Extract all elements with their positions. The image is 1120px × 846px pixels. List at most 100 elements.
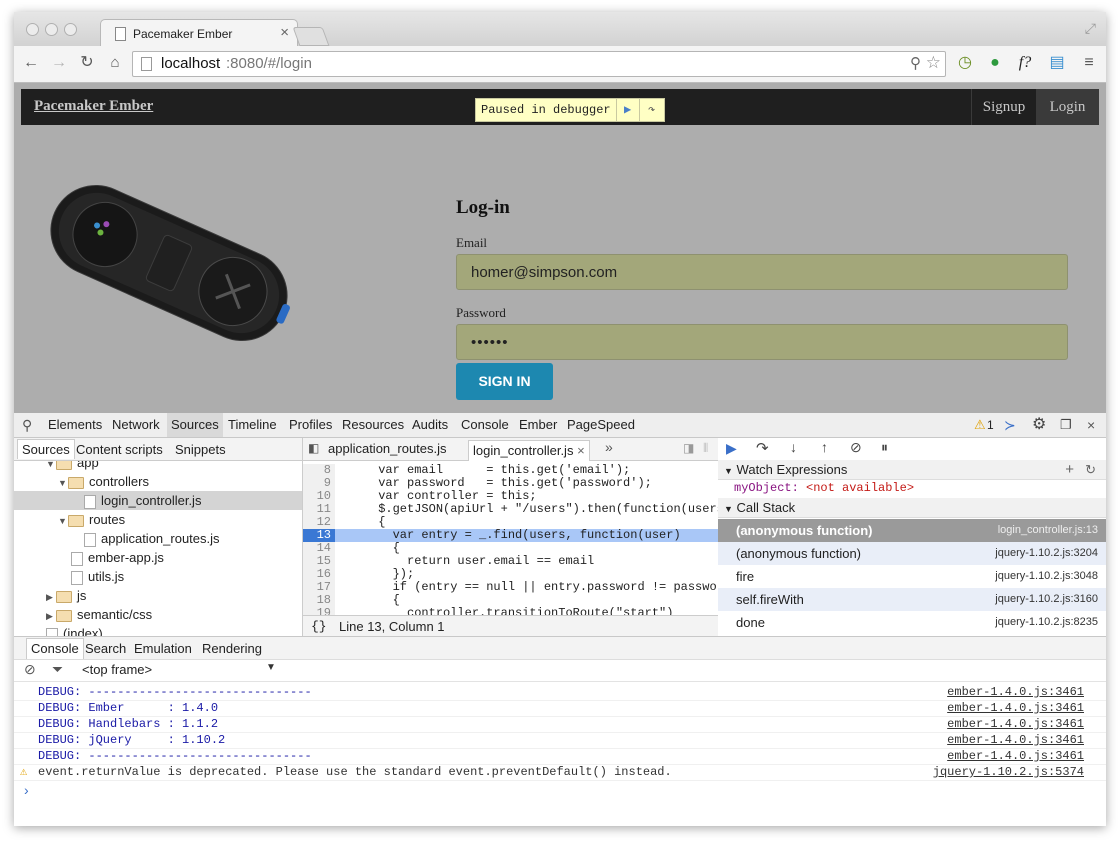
filter-icon[interactable]: ⏷ xyxy=(52,661,63,678)
clock-extension-icon[interactable]: ◷ xyxy=(954,52,976,74)
tab-profiles[interactable]: Profiles xyxy=(289,413,332,437)
more-tabs-icon[interactable]: » xyxy=(605,439,613,455)
tree-file-application-routes[interactable]: application_routes.js xyxy=(84,529,220,548)
toggle-navigator-icon[interactable]: ◧ xyxy=(308,441,319,455)
watch-item[interactable]: myObject: <not available> xyxy=(734,481,914,495)
call-stack-frame[interactable]: self.fireWith jquery-1.10.2.js:3160 xyxy=(718,588,1106,611)
drawer-tab-console[interactable]: Console xyxy=(26,638,84,659)
message-source-link[interactable]: ember-1.4.0.js:3461 xyxy=(947,732,1084,748)
clear-console-icon[interactable]: ⊘ xyxy=(24,661,36,678)
email-field[interactable]: homer@simpson.com xyxy=(456,254,1068,290)
call-stack-header[interactable]: ▼ Call Stack xyxy=(718,498,1106,518)
new-tab-button[interactable] xyxy=(292,27,330,46)
tab-ember[interactable]: Ember xyxy=(519,413,557,437)
address-bar[interactable]: localhost :8080/#/login ⚲ ☆ xyxy=(132,51,946,77)
frame-location[interactable]: jquery-1.10.2.js:3048 xyxy=(995,565,1098,588)
tab-console[interactable]: Console xyxy=(461,413,509,437)
step-over-icon[interactable]: ↷ xyxy=(638,99,664,121)
refresh-watch-icon[interactable]: ↻ xyxy=(1085,460,1096,479)
warning-icon[interactable]: ⚠ xyxy=(974,413,986,437)
tree-folder-semantic-css[interactable]: ▶ semantic/css xyxy=(46,605,152,624)
tree-folder-app[interactable]: ▼ app xyxy=(46,461,99,472)
forward-icon[interactable]: → xyxy=(48,52,70,74)
resume-icon[interactable]: ▶ xyxy=(726,440,737,457)
nav-signup[interactable]: Signup xyxy=(971,89,1036,125)
minimize-window-button[interactable] xyxy=(45,23,58,36)
add-watch-icon[interactable]: + xyxy=(1065,460,1074,479)
resume-icon[interactable]: ▶ xyxy=(615,99,639,121)
call-stack-frame[interactable]: fire jquery-1.10.2.js:3048 xyxy=(718,565,1106,588)
tree-file-utils[interactable]: utils.js xyxy=(71,567,124,586)
editor-tab-application-routes[interactable]: application_routes.js xyxy=(328,441,447,456)
tab-elements[interactable]: Elements xyxy=(48,413,102,437)
home-icon[interactable]: ⌂ xyxy=(104,52,126,74)
nav-login[interactable]: Login xyxy=(1036,89,1099,125)
watch-expressions-header[interactable]: ▼ Watch Expressions + ↻ xyxy=(718,460,1106,480)
pretty-print-icon[interactable]: {} xyxy=(311,616,327,637)
tab-audits[interactable]: Audits xyxy=(412,413,448,437)
tree-folder-routes[interactable]: ▼ routes xyxy=(58,510,125,529)
call-stack-frame[interactable]: (anonymous function) jquery-1.10.2.js:320… xyxy=(718,542,1106,565)
drawer-tab-search[interactable]: Search xyxy=(85,639,126,659)
fullscreen-icon[interactable]: ⤢ xyxy=(1085,20,1096,37)
tab-resources[interactable]: Resources xyxy=(342,413,404,437)
close-devtools-icon[interactable]: × xyxy=(1087,413,1095,437)
back-icon[interactable]: ← xyxy=(20,52,42,74)
tab-timeline[interactable]: Timeline xyxy=(228,413,277,437)
message-source-link[interactable]: jquery-1.10.2.js:5374 xyxy=(933,764,1084,780)
close-tab-icon[interactable]: × xyxy=(577,443,585,458)
search-icon[interactable]: ⚲ xyxy=(22,413,32,437)
code-area[interactable]: 8 var email = this.get('email'); 9 var p… xyxy=(303,461,718,615)
tree-folder-controllers[interactable]: ▼ controllers xyxy=(58,472,149,491)
tree-file-index[interactable]: (index) xyxy=(46,624,103,636)
frame-location[interactable]: jquery-1.10.2.js:3204 xyxy=(995,542,1098,565)
browser-tab[interactable]: Pacemaker Ember × xyxy=(100,19,298,47)
tab-content-scripts[interactable]: Content scripts xyxy=(76,440,163,459)
dock-icon[interactable]: ❐ xyxy=(1060,413,1072,437)
tab-pagespeed[interactable]: PageSpeed xyxy=(567,413,635,437)
pause-on-exceptions-icon[interactable]: ⏸ xyxy=(881,439,888,456)
call-stack-frame[interactable]: done jquery-1.10.2.js:8235 xyxy=(718,611,1106,634)
message-source-link[interactable]: ember-1.4.0.js:3461 xyxy=(947,700,1084,716)
sign-in-button[interactable]: SIGN IN xyxy=(456,363,553,400)
tree-file-ember-app[interactable]: ember-app.js xyxy=(71,548,164,567)
step-out-icon[interactable]: ↑ xyxy=(821,439,828,455)
frame-location[interactable]: jquery-1.10.2.js:3160 xyxy=(995,588,1098,611)
bookmark-star-icon[interactable]: ☆ xyxy=(926,53,941,73)
close-tab-icon[interactable]: × xyxy=(280,24,289,41)
tab-sources-nav[interactable]: Sources xyxy=(17,439,75,459)
password-field[interactable]: •••••• xyxy=(456,324,1068,360)
message-source-link[interactable]: ember-1.4.0.js:3461 xyxy=(947,748,1084,764)
frame-select[interactable]: <top frame> xyxy=(82,662,152,677)
dropdown-arrow-icon[interactable]: ▼ xyxy=(266,662,276,673)
zoom-window-button[interactable] xyxy=(64,23,77,36)
split-icon[interactable]: ⦀ xyxy=(703,441,708,456)
drawer-icon[interactable]: ≻ xyxy=(1004,413,1016,437)
step-over-icon[interactable]: ↷ xyxy=(756,439,769,457)
tree-file-login-controller[interactable]: login_controller.js xyxy=(14,491,302,510)
drawer-tab-emulation[interactable]: Emulation xyxy=(134,639,192,659)
step-into-icon[interactable]: ↓ xyxy=(790,439,797,455)
tab-network[interactable]: Network xyxy=(112,413,160,437)
brand-link[interactable]: Pacemaker Ember xyxy=(34,98,153,115)
tree-folder-js[interactable]: ▶ js xyxy=(46,586,86,605)
toggle-debugger-icon[interactable]: ◨ xyxy=(683,441,694,455)
settings-gear-icon[interactable]: ⚙ xyxy=(1032,413,1046,437)
zoom-icon[interactable]: ⚲ xyxy=(910,54,921,72)
font-extension-icon[interactable]: f? xyxy=(1014,52,1036,74)
message-source-link[interactable]: ember-1.4.0.js:3461 xyxy=(947,684,1084,700)
frame-location[interactable]: jquery-1.10.2.js:8235 xyxy=(995,611,1098,634)
drawer-tab-rendering[interactable]: Rendering xyxy=(202,639,262,659)
close-window-button[interactable] xyxy=(26,23,39,36)
editor-tab-login-controller[interactable]: login_controller.js × xyxy=(468,440,590,461)
tab-sources[interactable]: Sources xyxy=(167,413,223,437)
frame-location[interactable]: login_controller.js:13 xyxy=(998,519,1098,542)
message-source-link[interactable]: ember-1.4.0.js:3461 xyxy=(947,716,1084,732)
reload-icon[interactable]: ↻ xyxy=(76,52,98,74)
menu-icon[interactable]: ≡ xyxy=(1078,52,1100,74)
folder-extension-icon[interactable]: ▤ xyxy=(1046,52,1068,74)
hangouts-extension-icon[interactable]: ● xyxy=(984,52,1006,74)
line-number[interactable]: 19 xyxy=(303,607,335,615)
call-stack-frame[interactable]: (anonymous function) login_controller.js:… xyxy=(718,519,1106,542)
tab-snippets[interactable]: Snippets xyxy=(175,440,226,459)
